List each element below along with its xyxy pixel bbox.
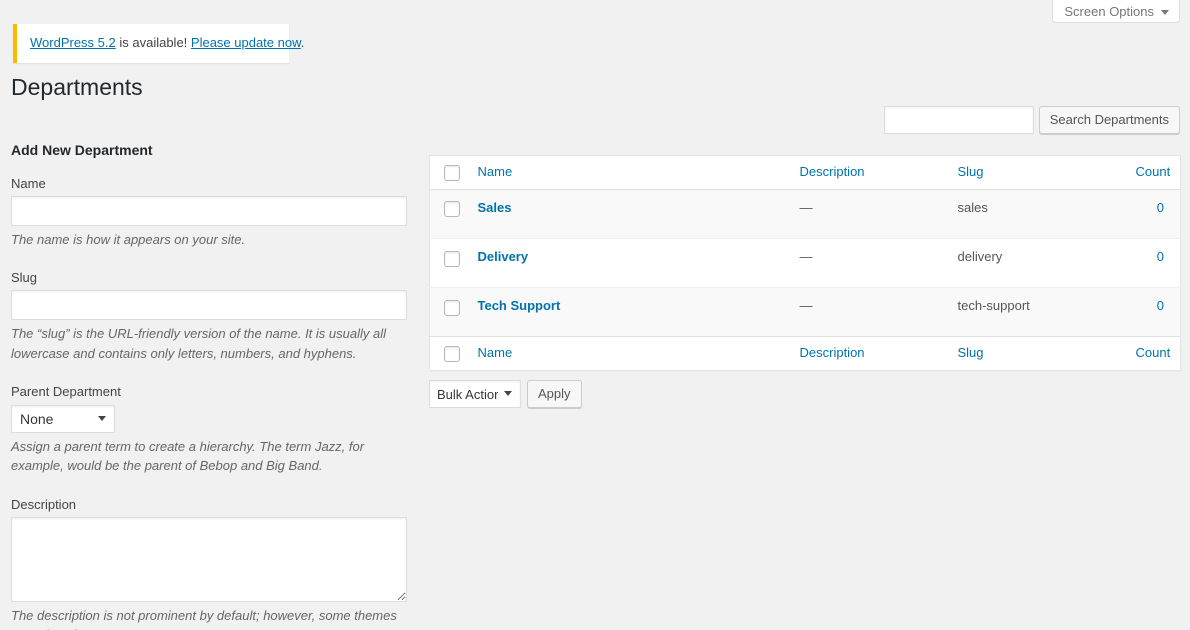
row-count-link[interactable]: 0 xyxy=(1157,298,1164,313)
table-row: Sales — sales 0 xyxy=(429,189,1181,239)
bulk-actions-select-wrap: Bulk ActionsDelete xyxy=(429,380,521,409)
add-new-department-form: Add New Department Name The name is how … xyxy=(11,141,407,630)
slug-label: Slug xyxy=(11,270,38,286)
row-name-link[interactable]: Sales xyxy=(478,200,512,215)
apply-bulk-action-button[interactable]: Apply xyxy=(527,380,582,409)
bulk-actions-select[interactable]: Bulk ActionsDelete xyxy=(429,380,521,409)
parent-department-label: Parent Department xyxy=(11,384,121,400)
wordpress-version-link[interactable]: WordPress 5.2 xyxy=(30,35,116,50)
name-label: Name xyxy=(11,175,46,191)
row-checkbox[interactable] xyxy=(444,299,460,316)
row-slug-cell: sales xyxy=(957,199,988,215)
row-name-link[interactable]: Tech Support xyxy=(478,298,561,313)
name-input[interactable] xyxy=(11,195,407,226)
row-select-cell xyxy=(430,189,468,238)
row-description-cell: — xyxy=(799,199,813,215)
row-name-cell: Delivery xyxy=(468,239,790,288)
column-footer-count[interactable]: Count xyxy=(1125,336,1181,371)
row-count-cell: 0 xyxy=(1126,189,1181,238)
column-header-count[interactable]: Count xyxy=(1125,155,1181,190)
row-select-cell xyxy=(430,239,468,288)
description-hint: The description is not prominent by defa… xyxy=(11,607,397,630)
parent-department-hint: Assign a parent term to create a hierarc… xyxy=(11,438,365,474)
description-field-group: Description The description is not promi… xyxy=(11,494,407,630)
screen-options-label: Screen Options xyxy=(1064,3,1154,19)
row-slug-cell: delivery xyxy=(957,249,1003,265)
column-header-description[interactable]: Description xyxy=(789,155,948,190)
row-select-cell xyxy=(430,288,468,337)
column-footer-name-link[interactable]: Name xyxy=(478,345,513,360)
page-title: Departments xyxy=(11,74,143,100)
row-name-link[interactable]: Delivery xyxy=(478,249,529,264)
select-all-checkbox-footer[interactable] xyxy=(444,346,460,363)
table-row: Tech Support — tech-support 0 xyxy=(429,287,1181,337)
column-header-name-link[interactable]: Name xyxy=(478,164,513,179)
column-header-count-link[interactable]: Count xyxy=(1136,164,1171,179)
slug-input[interactable] xyxy=(11,290,407,321)
bulk-actions-bar: Bulk ActionsDelete Apply xyxy=(429,380,1180,409)
departments-table: Name Description Slug Count Sales — sale… xyxy=(429,155,1181,372)
select-all-header xyxy=(429,155,468,190)
screen-options-button[interactable]: Screen Options xyxy=(1052,0,1180,23)
column-footer-slug[interactable]: Slug xyxy=(947,336,1126,371)
column-footer-slug-link[interactable]: Slug xyxy=(958,345,984,360)
notice-middle-text: is available! xyxy=(115,35,191,50)
column-header-slug-link[interactable]: Slug xyxy=(958,164,984,179)
slug-field-group: Slug The “slug” is the URL-friendly vers… xyxy=(11,267,407,363)
search-departments-button[interactable]: Search Departments xyxy=(1038,106,1180,134)
description-label: Description xyxy=(11,496,77,512)
departments-table-panel: Name Description Slug Count Sales — sale… xyxy=(429,155,1181,409)
column-header-name[interactable]: Name xyxy=(467,155,790,190)
select-all-footer xyxy=(429,336,468,371)
row-name-cell: Sales xyxy=(468,189,790,238)
search-input[interactable] xyxy=(883,106,1034,134)
slug-hint: The “slug” is the URL-friendly version o… xyxy=(11,326,386,361)
column-footer-description[interactable]: Description xyxy=(789,336,948,371)
column-header-slug[interactable]: Slug xyxy=(947,155,1126,190)
name-field-group: Name The name is how it appears on your … xyxy=(11,173,407,250)
column-header-description-link[interactable]: Description xyxy=(800,164,865,179)
row-name-cell: Tech Support xyxy=(468,288,790,337)
table-body: Sales — sales 0 Delivery — delivery 0 Te… xyxy=(429,189,1181,337)
description-textarea[interactable] xyxy=(11,516,407,602)
screen-meta-bar: Screen Options xyxy=(1052,0,1180,24)
parent-field-group: Parent Department None Assign a parent t… xyxy=(11,381,407,475)
row-description-cell: — xyxy=(799,249,813,265)
row-description-cell: — xyxy=(799,298,813,314)
update-notice: WordPress 5.2 is available! Please updat… xyxy=(13,24,304,64)
chevron-down-icon xyxy=(1161,9,1169,15)
row-count-link[interactable]: 0 xyxy=(1157,249,1164,264)
column-footer-description-link[interactable]: Description xyxy=(800,345,865,360)
table-header-row: Name Description Slug Count xyxy=(429,155,1181,190)
row-count-link[interactable]: 0 xyxy=(1157,200,1164,215)
name-hint: The name is how it appears on your site. xyxy=(11,231,246,247)
table-footer-row: Name Description Slug Count xyxy=(429,336,1181,371)
parent-select-wrap: None xyxy=(11,404,115,433)
table-head: Name Description Slug Count xyxy=(429,155,1181,190)
please-update-now-link[interactable]: Please update now xyxy=(191,35,301,50)
column-footer-count-link[interactable]: Count xyxy=(1136,345,1171,360)
row-checkbox[interactable] xyxy=(444,250,460,267)
form-heading: Add New Department xyxy=(11,142,153,158)
table-row: Delivery — delivery 0 xyxy=(429,239,1181,288)
table-foot: Name Description Slug Count xyxy=(429,336,1181,371)
row-count-cell: 0 xyxy=(1126,239,1181,288)
search-box: Search Departments xyxy=(883,106,1180,134)
row-slug-cell: tech-support xyxy=(957,298,1030,314)
parent-department-select[interactable]: None xyxy=(11,404,115,433)
column-footer-name[interactable]: Name xyxy=(467,336,790,371)
row-count-cell: 0 xyxy=(1126,288,1181,337)
notice-trailing-text: . xyxy=(300,35,305,50)
select-all-checkbox[interactable] xyxy=(444,164,460,181)
row-checkbox[interactable] xyxy=(444,201,460,218)
